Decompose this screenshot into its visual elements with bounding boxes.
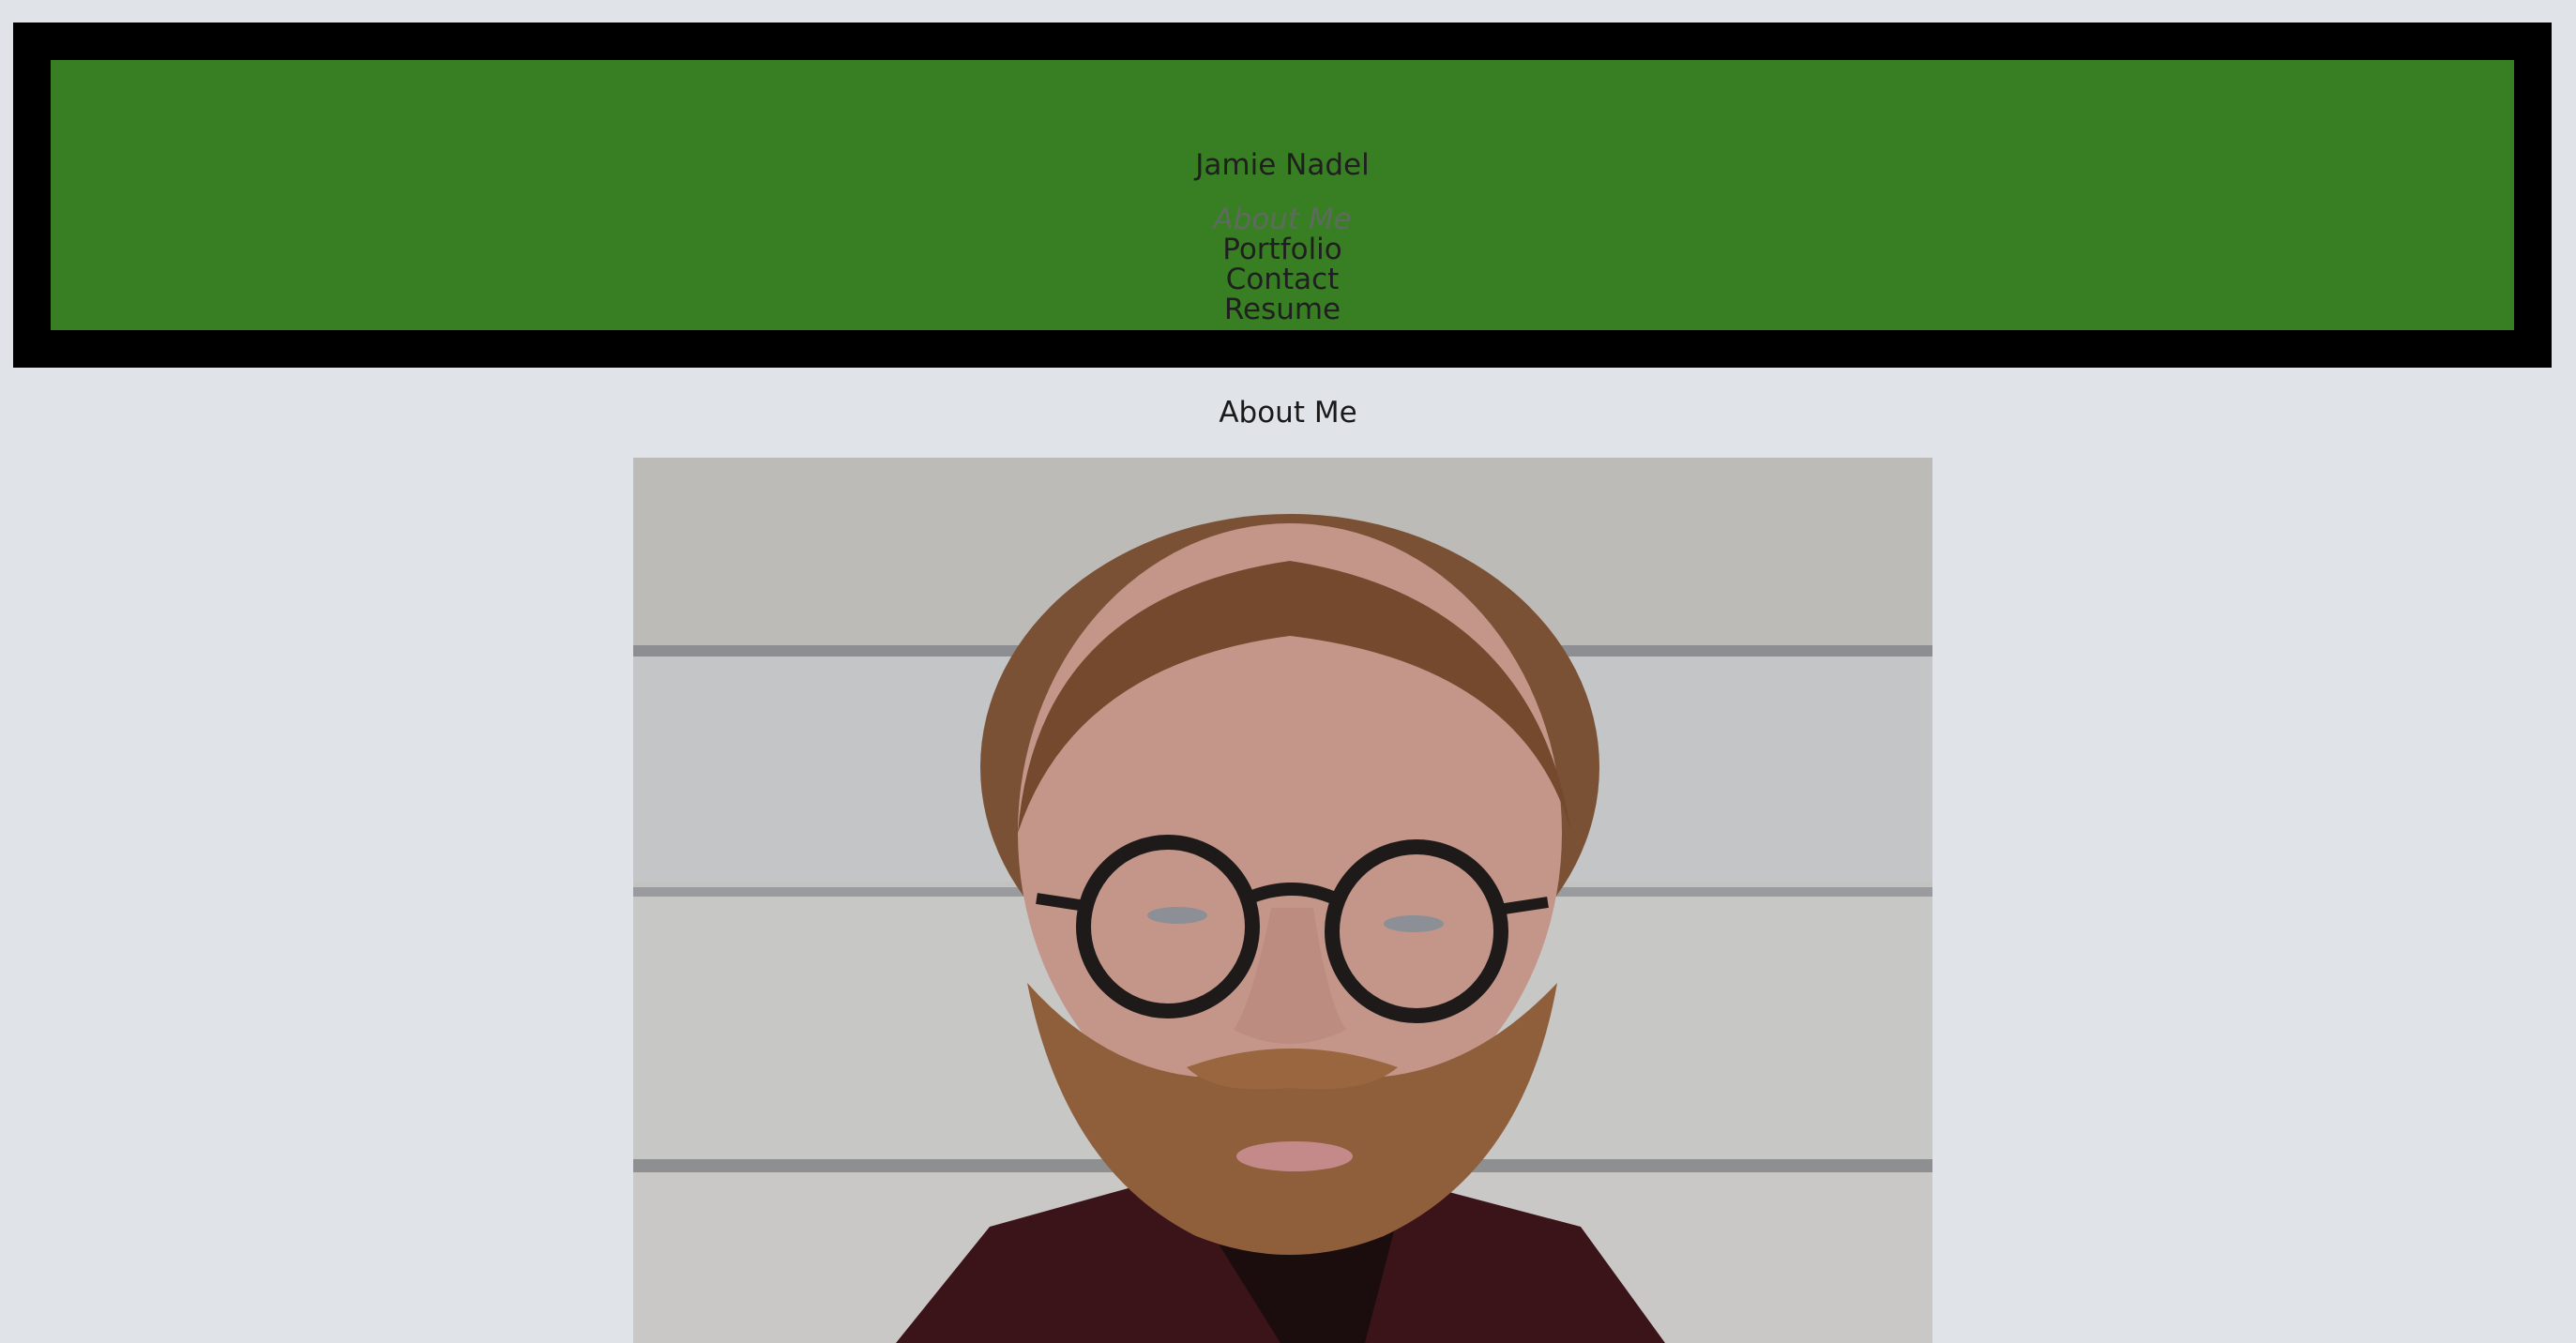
header-panel: Jamie Nadel About Me Portfolio Contact R… [51, 60, 2514, 330]
site-header: Jamie Nadel About Me Portfolio Contact R… [13, 23, 2552, 368]
nav-item-portfolio[interactable]: Portfolio [51, 234, 2514, 264]
page: Jamie Nadel About Me Portfolio Contact R… [0, 0, 2576, 1343]
section-title: About Me [1219, 396, 1357, 430]
nav-item-resume[interactable]: Resume [51, 294, 2514, 324]
site-title: Jamie Nadel [1195, 148, 1370, 182]
nav-item-about-me[interactable]: About Me [51, 204, 2514, 234]
profile-photo-illustration [633, 458, 1932, 1343]
nav-item-contact[interactable]: Contact [51, 264, 2514, 294]
profile-photo [633, 458, 1932, 1343]
main-nav: About Me Portfolio Contact Resume [51, 204, 2514, 324]
